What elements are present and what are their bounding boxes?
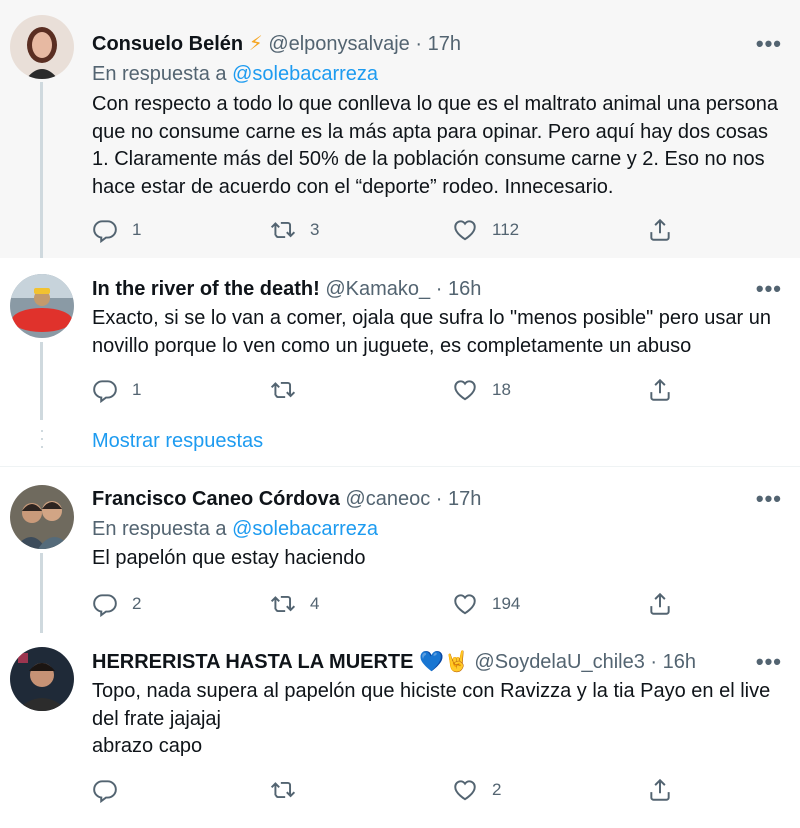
author-handle[interactable]: @Kamako_: [325, 278, 430, 300]
like-count: 18: [492, 380, 511, 399]
tweet-text: Topo, nada supera al papelón que hiciste…: [92, 678, 782, 761]
retweet-icon: [270, 595, 296, 613]
dot-separator: ·: [435, 488, 443, 510]
tweet-herrerista[interactable]: HERRERISTA HASTA LA MUERTE 💙🤘 @SoydelaU_…: [0, 633, 800, 828]
share-button[interactable]: [647, 589, 673, 619]
share-icon: [650, 378, 670, 401]
reply-button[interactable]: [92, 775, 118, 805]
retweet-button[interactable]: [270, 775, 296, 805]
like-button[interactable]: 18: [452, 375, 511, 405]
thread-dots: [41, 430, 43, 456]
tweet-time[interactable]: 17h: [448, 488, 481, 510]
avatar[interactable]: [10, 15, 74, 79]
reply-count: 1: [132, 220, 142, 239]
reply-button[interactable]: 1: [92, 215, 141, 245]
show-replies-link[interactable]: Mostrar respuestas: [92, 430, 263, 453]
tweet-text: Exacto, si se lo van a comer, ojala que …: [92, 307, 772, 357]
retweet-count: 3: [310, 220, 320, 239]
share-icon: [650, 218, 670, 241]
more-icon[interactable]: •••: [756, 276, 782, 302]
like-icon: [454, 780, 476, 801]
share-icon: [650, 778, 670, 801]
more-icon[interactable]: •••: [756, 486, 782, 512]
tweet-kamako[interactable]: In the river of the death! @Kamako_ · 16…: [0, 258, 800, 420]
tweet-text-line: abrazo capo: [92, 735, 203, 757]
retweet-button[interactable]: [270, 375, 296, 405]
lightning-badge-icon: ⚡: [248, 33, 263, 55]
tweet-actions: 2: [92, 775, 792, 805]
dot-separator: ·: [650, 651, 658, 673]
retweet-icon: [270, 381, 296, 399]
tweet-caneo[interactable]: Francisco Caneo Córdova @caneoc · 17h ••…: [0, 467, 800, 633]
like-count: 2: [492, 780, 502, 799]
reply-handle-link[interactable]: @solebacarreza: [232, 518, 378, 540]
tweet-actions: 2 4 194: [92, 589, 792, 619]
like-button[interactable]: 112: [452, 215, 519, 245]
tweet-time[interactable]: 17h: [428, 33, 461, 55]
like-icon: [454, 380, 476, 401]
avatar[interactable]: [10, 274, 74, 338]
author-name[interactable]: In the river of the death!: [92, 278, 320, 300]
like-icon: [454, 220, 476, 241]
like-icon: [454, 594, 476, 615]
author-name[interactable]: Francisco Caneo Córdova: [92, 488, 340, 510]
avatar[interactable]: [10, 485, 74, 549]
tweet-text: Con respecto a todo lo que conlleva lo q…: [92, 93, 778, 198]
share-button[interactable]: [647, 215, 673, 245]
reply-icon: [93, 594, 117, 617]
reply-button[interactable]: 2: [92, 589, 141, 619]
avatar[interactable]: [10, 647, 74, 711]
tweet-consuelo[interactable]: Consuelo Belén ⚡ @elponysalvaje · 17h ••…: [0, 0, 800, 258]
author-handle[interactable]: @elponysalvaje: [268, 33, 410, 55]
more-icon[interactable]: •••: [756, 31, 782, 57]
reply-icon: [93, 220, 117, 243]
retweet-icon: [270, 781, 296, 799]
reply-prefix: En respuesta a: [92, 518, 227, 540]
reply-icon: [93, 780, 117, 803]
tweet-text: El papelón que estay haciendo: [92, 547, 366, 569]
author-handle[interactable]: @caneoc: [345, 488, 430, 510]
retweet-icon: [270, 221, 296, 239]
tweet-actions: 1 18: [92, 375, 792, 405]
reply-handle-link[interactable]: @solebacarreza: [232, 63, 378, 85]
reply-count: 2: [132, 594, 142, 613]
reply-prefix: En respuesta a: [92, 63, 227, 85]
author-handle[interactable]: @SoydelaU_chile3: [474, 651, 644, 673]
share-icon: [650, 592, 670, 615]
like-count: 194: [492, 594, 521, 613]
share-button[interactable]: [647, 775, 673, 805]
author-name[interactable]: HERRERISTA HASTA LA MUERTE: [92, 651, 413, 673]
dot-separator: ·: [435, 278, 443, 300]
reply-count: 1: [132, 380, 142, 399]
like-count: 112: [492, 220, 520, 239]
tweet-time[interactable]: 16h: [663, 651, 696, 673]
tweet-time[interactable]: 16h: [448, 278, 481, 300]
reply-context: En respuesta a @solebacarreza: [92, 61, 378, 87]
retweet-button[interactable]: 3: [270, 215, 319, 245]
share-button[interactable]: [647, 375, 673, 405]
retweet-button[interactable]: 4: [270, 589, 319, 619]
reply-icon: [93, 380, 117, 403]
dot-separator: ·: [415, 33, 423, 55]
more-icon[interactable]: •••: [756, 649, 782, 675]
reply-button[interactable]: 1: [92, 375, 141, 405]
author-name[interactable]: Consuelo Belén: [92, 33, 243, 55]
retweet-count: 4: [310, 594, 320, 613]
like-button[interactable]: 2: [452, 775, 501, 805]
tweet-text-line: Topo, nada supera al papelón que hiciste…: [92, 680, 771, 730]
heart-horns-badge-icon: 💙🤘: [419, 651, 469, 673]
show-replies-row[interactable]: Mostrar respuestas: [0, 420, 800, 466]
like-button[interactable]: 194: [452, 589, 520, 619]
reply-context: En respuesta a @solebacarreza: [92, 516, 378, 542]
tweet-actions: 1 3 112: [92, 215, 792, 245]
